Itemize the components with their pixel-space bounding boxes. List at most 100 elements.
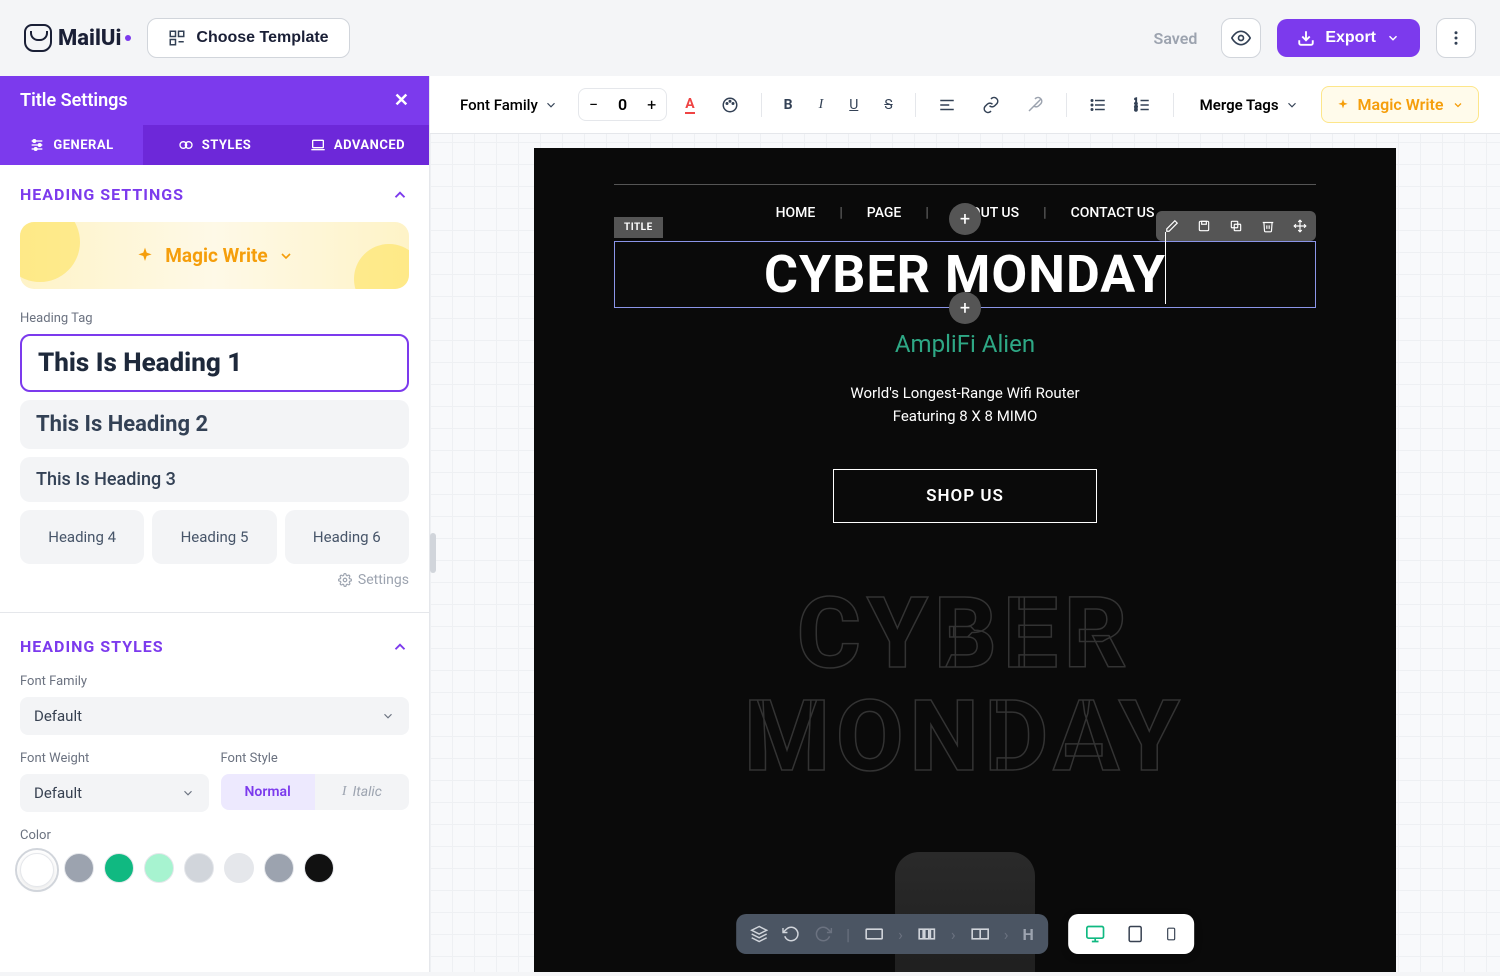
heading-option-3[interactable]: This Is Heading 3 [20, 457, 409, 502]
tab-styles[interactable]: STYLES [143, 125, 286, 165]
title-block[interactable]: TITLE + CYBER MONDAY + [614, 241, 1316, 308]
color-swatch-mint[interactable] [144, 853, 174, 883]
block-toolbar [1156, 211, 1316, 241]
strikethrough-button[interactable]: S [876, 91, 900, 119]
device-bar [1068, 914, 1194, 954]
gear-icon [338, 573, 352, 587]
italic-button[interactable]: I [811, 91, 832, 119]
logo-text: MailUi [58, 26, 121, 51]
color-swatch-white[interactable] [20, 853, 54, 887]
columns-icon[interactable] [917, 926, 937, 942]
heading-option-5[interactable]: Heading 5 [152, 510, 276, 564]
link-button[interactable] [974, 90, 1008, 120]
heading-settings-header[interactable]: HEADING SETTINGS [20, 185, 409, 204]
edit-button[interactable] [1156, 211, 1188, 241]
layers-icon[interactable] [750, 925, 768, 943]
nav-page[interactable]: PAGE [867, 205, 902, 221]
ordered-list-icon: 123 [1133, 96, 1151, 114]
color-swatch-gray2[interactable] [264, 853, 294, 883]
font-style-normal[interactable]: Normal [221, 774, 315, 810]
chevron-down-icon [381, 709, 395, 723]
export-button[interactable]: Export [1277, 19, 1420, 57]
nav-home[interactable]: HOME [776, 205, 816, 221]
save-button[interactable] [1188, 211, 1220, 241]
tab-advanced[interactable]: ADVANCED [286, 125, 429, 165]
font-family-select[interactable]: Default [20, 697, 409, 735]
bullet-list-button[interactable] [1081, 90, 1115, 120]
logo: MailUi [24, 24, 131, 52]
merge-tags-dropdown[interactable]: Merge Tags [1188, 90, 1311, 120]
preview-button[interactable] [1221, 18, 1261, 58]
email-subtitle[interactable]: AmpliFi Alien [614, 330, 1316, 358]
heading-option-1[interactable]: This Is Heading 1 [20, 334, 409, 392]
delete-button[interactable] [1252, 211, 1284, 241]
palette-icon [721, 96, 739, 114]
magic-write-toolbar-button[interactable]: Magic Write [1321, 86, 1479, 123]
choose-template-label: Choose Template [196, 29, 328, 47]
undo-icon[interactable] [782, 925, 800, 943]
column-icon[interactable] [970, 926, 990, 942]
decrease-button[interactable]: − [579, 89, 608, 120]
text-color-button[interactable]: A [677, 90, 702, 120]
section-icon[interactable] [864, 926, 884, 942]
more-button[interactable] [1436, 18, 1476, 58]
bold-button[interactable]: B [776, 91, 801, 119]
heading-crumb-icon[interactable]: H [1023, 925, 1034, 944]
email-description[interactable]: World's Longest-Range Wifi Router Featur… [614, 382, 1316, 427]
color-swatch-black[interactable] [304, 853, 334, 883]
shop-button[interactable]: SHOP US [833, 469, 1097, 523]
resize-handle[interactable] [430, 533, 436, 573]
font-size-value: 0 [608, 89, 637, 120]
font-weight-value: Default [34, 784, 82, 802]
font-size-control: − 0 + [578, 88, 667, 121]
unlink-button[interactable] [1018, 90, 1052, 120]
close-icon[interactable]: ✕ [394, 90, 409, 111]
font-style-italic[interactable]: IItalic [315, 774, 409, 810]
duplicate-button[interactable] [1220, 211, 1252, 241]
heading-styles-label: HEADING STYLES [20, 637, 164, 656]
sidebar: Title Settings ✕ GENERAL STYLES ADVANCED… [0, 76, 430, 972]
palette-icon [178, 137, 194, 153]
email-canvas[interactable]: HOME| PAGE| ABOUT US| CONTACT US TITLE + [430, 134, 1500, 972]
magic-write-banner[interactable]: Magic Write [20, 222, 409, 289]
sidebar-title: Title Settings [20, 90, 128, 111]
font-family-dropdown[interactable]: Font Family [450, 90, 568, 120]
desktop-icon[interactable] [1084, 924, 1106, 944]
redo-icon[interactable] [814, 925, 832, 943]
color-swatch-light[interactable] [184, 853, 214, 883]
sidebar-panel: HEADING SETTINGS Magic Write Heading Tag… [0, 165, 429, 972]
color-swatches [20, 853, 409, 887]
add-above-button[interactable]: + [949, 203, 981, 235]
heading-option-4[interactable]: Heading 4 [20, 510, 144, 564]
chevron-down-icon [181, 786, 195, 800]
canvas-area: Font Family − 0 + A B I U S 123 [430, 76, 1500, 972]
chevron-up-icon [391, 186, 409, 204]
font-style-toggle: Normal IItalic [221, 774, 410, 810]
settings-link[interactable]: Settings [20, 572, 409, 588]
choose-template-button[interactable]: Choose Template [147, 18, 349, 58]
unlink-icon [1026, 96, 1044, 114]
chevron-down-icon [1452, 99, 1464, 111]
more-vertical-icon [1447, 29, 1465, 47]
color-swatch-green[interactable] [104, 853, 134, 883]
color-picker-button[interactable] [713, 90, 747, 120]
add-below-button[interactable]: + [949, 292, 981, 324]
move-button[interactable] [1284, 211, 1316, 241]
heading-styles-header[interactable]: HEADING STYLES [20, 637, 409, 656]
align-button[interactable] [930, 90, 964, 120]
nav-contact[interactable]: CONTACT US [1071, 205, 1155, 221]
underline-button[interactable]: U [841, 91, 866, 119]
color-swatch-gray[interactable] [64, 853, 94, 883]
tab-general[interactable]: GENERAL [0, 125, 143, 165]
tab-general-label: GENERAL [53, 138, 113, 153]
tablet-icon[interactable] [1126, 924, 1144, 944]
font-weight-select[interactable]: Default [20, 774, 209, 812]
increase-button[interactable]: + [637, 89, 666, 120]
heading-option-2[interactable]: This Is Heading 2 [20, 400, 409, 449]
mobile-icon[interactable] [1164, 924, 1178, 944]
number-list-button[interactable]: 123 [1125, 90, 1159, 120]
heading-option-6[interactable]: Heading 6 [285, 510, 409, 564]
font-family-dd-label: Font Family [460, 96, 538, 114]
sidebar-header: Title Settings ✕ [0, 76, 429, 125]
color-swatch-lighter[interactable] [224, 853, 254, 883]
